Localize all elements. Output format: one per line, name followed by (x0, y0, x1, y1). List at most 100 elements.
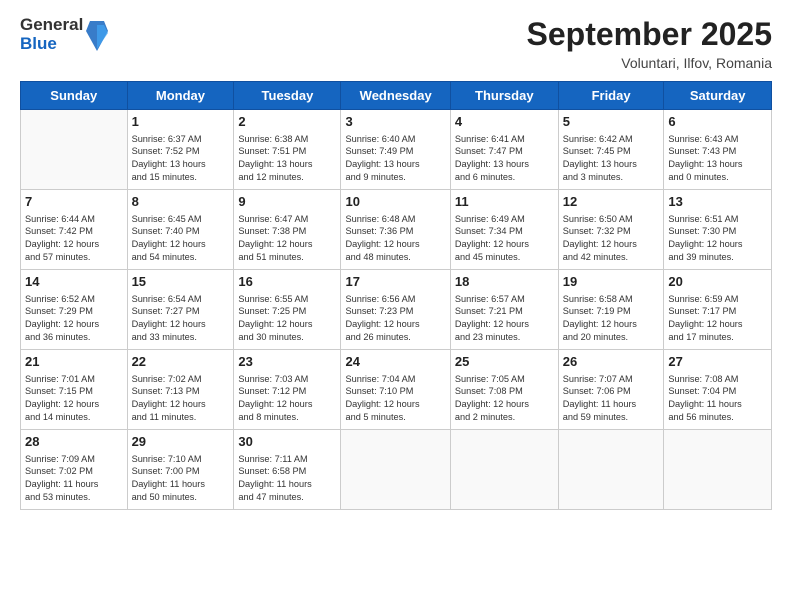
calendar-cell: 1Sunrise: 6:37 AMSunset: 7:52 PMDaylight… (127, 110, 234, 190)
col-sunday: Sunday (21, 82, 128, 110)
day-info: Sunrise: 6:57 AMSunset: 7:21 PMDaylight:… (455, 293, 554, 344)
day-number: 23 (238, 353, 336, 371)
day-number: 3 (345, 113, 445, 131)
col-thursday: Thursday (450, 82, 558, 110)
day-info: Sunrise: 6:42 AMSunset: 7:45 PMDaylight:… (563, 133, 660, 184)
day-number: 29 (132, 433, 230, 451)
calendar-cell: 7Sunrise: 6:44 AMSunset: 7:42 PMDaylight… (21, 190, 128, 270)
calendar-cell: 2Sunrise: 6:38 AMSunset: 7:51 PMDaylight… (234, 110, 341, 190)
day-number: 28 (25, 433, 123, 451)
day-number: 18 (455, 273, 554, 291)
calendar-cell: 15Sunrise: 6:54 AMSunset: 7:27 PMDayligh… (127, 270, 234, 350)
week-row-1: 1Sunrise: 6:37 AMSunset: 7:52 PMDaylight… (21, 110, 772, 190)
day-number: 30 (238, 433, 336, 451)
day-number: 4 (455, 113, 554, 131)
month-title: September 2025 (527, 16, 772, 53)
day-number: 2 (238, 113, 336, 131)
day-number: 26 (563, 353, 660, 371)
day-info: Sunrise: 6:43 AMSunset: 7:43 PMDaylight:… (668, 133, 767, 184)
calendar-cell: 22Sunrise: 7:02 AMSunset: 7:13 PMDayligh… (127, 350, 234, 430)
calendar-header-row: Sunday Monday Tuesday Wednesday Thursday… (21, 82, 772, 110)
day-number: 24 (345, 353, 445, 371)
day-number: 19 (563, 273, 660, 291)
calendar-cell: 5 Sunrise: 6:42 AMSunset: 7:45 PMDaylight… (558, 110, 664, 190)
title-block: September 2025 Voluntari, Ilfov, Romania (527, 16, 772, 71)
calendar-cell: 18 Sunrise: 6:57 AMSunset: 7:21 PMDayligh… (450, 270, 558, 350)
calendar-cell (558, 430, 664, 510)
day-info: Sunrise: 6:51 AMSunset: 7:30 PMDaylight:… (668, 213, 767, 264)
day-info: Sunrise: 6:41 AMSunset: 7:47 PMDaylight:… (455, 133, 554, 184)
calendar-cell: 26 Sunrise: 7:07 AMSunset: 7:06 PMDayligh… (558, 350, 664, 430)
page: General Blue September 2025 Voluntari, I… (0, 0, 792, 612)
location: Voluntari, Ilfov, Romania (527, 55, 772, 71)
day-info: Sunrise: 7:07 AMSunset: 7:06 PMDaylight:… (563, 373, 660, 424)
day-number: 5 (563, 113, 660, 131)
week-row-2: 7Sunrise: 6:44 AMSunset: 7:42 PMDaylight… (21, 190, 772, 270)
day-info: Sunrise: 6:47 AMSunset: 7:38 PMDaylight:… (238, 213, 336, 264)
week-row-5: 28 Sunrise: 7:09 AMSunset: 7:02 PMDayligh… (21, 430, 772, 510)
day-number: 10 (345, 193, 445, 211)
calendar-cell: 19 Sunrise: 6:58 AMSunset: 7:19 PMDayligh… (558, 270, 664, 350)
day-number: 7 (25, 193, 123, 211)
calendar-cell: 8Sunrise: 6:45 AMSunset: 7:40 PMDaylight… (127, 190, 234, 270)
calendar-cell: 29 Sunrise: 7:10 AMSunset: 7:00 PMDayligh… (127, 430, 234, 510)
day-number: 27 (668, 353, 767, 371)
col-friday: Friday (558, 82, 664, 110)
calendar-cell (21, 110, 128, 190)
day-info: Sunrise: 6:49 AMSunset: 7:34 PMDaylight:… (455, 213, 554, 264)
day-info: Sunrise: 6:56 AMSunset: 7:23 PMDaylight:… (345, 293, 445, 344)
col-saturday: Saturday (664, 82, 772, 110)
day-number: 22 (132, 353, 230, 371)
calendar-cell: 21 Sunrise: 7:01 AMSunset: 7:15 PMDayligh… (21, 350, 128, 430)
calendar-cell (450, 430, 558, 510)
calendar-cell: 13Sunrise: 6:51 AMSunset: 7:30 PMDayligh… (664, 190, 772, 270)
day-number: 21 (25, 353, 123, 371)
logo: General Blue (20, 16, 108, 53)
day-info: Sunrise: 7:01 AMSunset: 7:15 PMDaylight:… (25, 373, 123, 424)
day-number: 6 (668, 113, 767, 131)
day-number: 14 (25, 273, 123, 291)
day-number: 9 (238, 193, 336, 211)
day-info: Sunrise: 7:04 AMSunset: 7:10 PMDaylight:… (345, 373, 445, 424)
day-info: Sunrise: 7:05 AMSunset: 7:08 PMDaylight:… (455, 373, 554, 424)
day-number: 12 (563, 193, 660, 211)
day-info: Sunrise: 7:10 AMSunset: 7:00 PMDaylight:… (132, 453, 230, 504)
col-wednesday: Wednesday (341, 82, 450, 110)
day-info: Sunrise: 6:54 AMSunset: 7:27 PMDaylight:… (132, 293, 230, 344)
day-info: Sunrise: 6:52 AMSunset: 7:29 PMDaylight:… (25, 293, 123, 344)
day-number: 8 (132, 193, 230, 211)
logo-line2: Blue (20, 35, 83, 54)
calendar-cell: 27Sunrise: 7:08 AMSunset: 7:04 PMDayligh… (664, 350, 772, 430)
day-info: Sunrise: 7:03 AMSunset: 7:12 PMDaylight:… (238, 373, 336, 424)
calendar-cell (341, 430, 450, 510)
calendar-cell: 17Sunrise: 6:56 AMSunset: 7:23 PMDayligh… (341, 270, 450, 350)
logo-icon (86, 21, 108, 51)
day-number: 1 (132, 113, 230, 131)
calendar-cell: 3 Sunrise: 6:40 AMSunset: 7:49 PMDaylight… (341, 110, 450, 190)
day-info: Sunrise: 6:40 AMSunset: 7:49 PMDaylight:… (345, 133, 445, 184)
day-number: 11 (455, 193, 554, 211)
day-info: Sunrise: 7:09 AMSunset: 7:02 PMDaylight:… (25, 453, 123, 504)
calendar-cell: 23 Sunrise: 7:03 AMSunset: 7:12 PMDayligh… (234, 350, 341, 430)
header: General Blue September 2025 Voluntari, I… (20, 16, 772, 71)
calendar-table: Sunday Monday Tuesday Wednesday Thursday… (20, 81, 772, 510)
calendar-cell: 24 Sunrise: 7:04 AMSunset: 7:10 PMDayligh… (341, 350, 450, 430)
week-row-4: 21 Sunrise: 7:01 AMSunset: 7:15 PMDayligh… (21, 350, 772, 430)
calendar-cell: 4 Sunrise: 6:41 AMSunset: 7:47 PMDaylight… (450, 110, 558, 190)
col-tuesday: Tuesday (234, 82, 341, 110)
day-info: Sunrise: 6:58 AMSunset: 7:19 PMDaylight:… (563, 293, 660, 344)
calendar-cell: 6 Sunrise: 6:43 AMSunset: 7:43 PMDaylight… (664, 110, 772, 190)
calendar-cell (664, 430, 772, 510)
day-info: Sunrise: 6:55 AMSunset: 7:25 PMDaylight:… (238, 293, 336, 344)
day-number: 20 (668, 273, 767, 291)
calendar-cell: 9 Sunrise: 6:47 AMSunset: 7:38 PMDaylight… (234, 190, 341, 270)
calendar-cell: 10Sunrise: 6:48 AMSunset: 7:36 PMDayligh… (341, 190, 450, 270)
day-info: Sunrise: 6:50 AMSunset: 7:32 PMDaylight:… (563, 213, 660, 264)
calendar-cell: 30Sunrise: 7:11 AMSunset: 6:58 PMDayligh… (234, 430, 341, 510)
calendar-cell: 11 Sunrise: 6:49 AMSunset: 7:34 PMDayligh… (450, 190, 558, 270)
calendar-cell: 25 Sunrise: 7:05 AMSunset: 7:08 PMDayligh… (450, 350, 558, 430)
week-row-3: 14 Sunrise: 6:52 AMSunset: 7:29 PMDayligh… (21, 270, 772, 350)
day-number: 25 (455, 353, 554, 371)
calendar-cell: 16Sunrise: 6:55 AMSunset: 7:25 PMDayligh… (234, 270, 341, 350)
col-monday: Monday (127, 82, 234, 110)
